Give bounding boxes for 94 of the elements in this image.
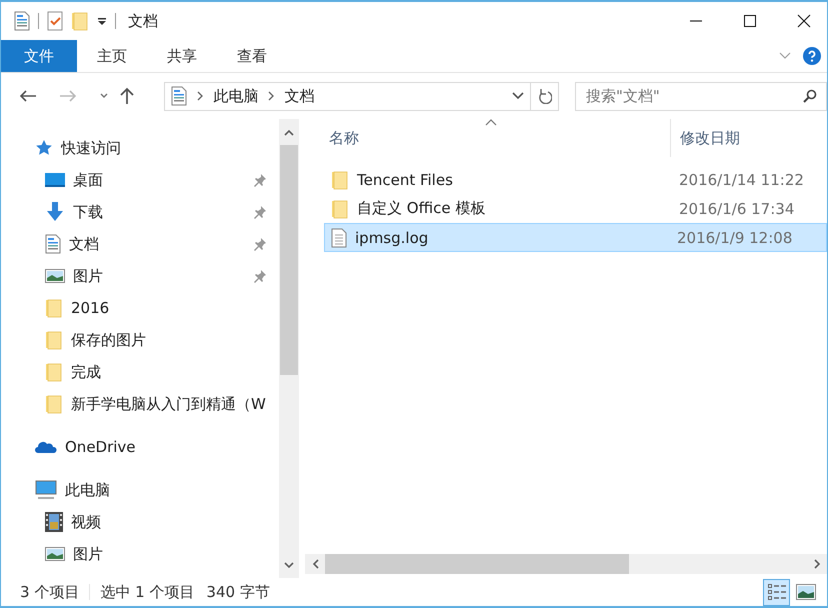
folder-icon [45,330,63,350]
search-icon[interactable] [803,88,817,102]
nav-label: 下载 [73,202,103,222]
scroll-left-icon[interactable] [312,559,318,569]
nav-item[interactable]: OneDrive [1,431,279,463]
help-icon[interactable] [803,47,821,65]
close-icon [797,14,811,28]
refresh-icon [538,88,552,104]
scroll-down-icon[interactable] [284,562,294,568]
vertical-scrollbar[interactable] [279,119,299,578]
nav-item[interactable]: 新手学电脑从入门到精通（W [1,388,279,420]
folder-icon [45,298,63,318]
search-field[interactable]: 搜索"文档" [575,82,827,110]
scrollbar-thumb[interactable] [280,145,298,375]
document-icon [171,86,188,106]
folder-icon [71,11,89,31]
monitor-icon [35,480,57,500]
film-icon [45,512,63,532]
nav-item[interactable]: 下载 [1,196,279,228]
nav-item[interactable]: 2016 [1,292,279,324]
expand-ribbon-icon[interactable] [779,52,791,60]
caret-icon [98,92,109,100]
ribbon-tab[interactable]: 共享 [147,40,217,72]
folder-icon [45,394,63,414]
file-row[interactable]: 自定义 Office 模板 2016/1/6 17:34 [324,194,827,223]
scroll-right-icon[interactable] [814,559,820,569]
scroll-up-icon[interactable] [284,128,294,136]
nav-label: 此电脑 [65,480,110,500]
up-arrow-icon [119,87,136,105]
file-date: 2016/1/9 12:08 [677,228,792,246]
minimize-icon [689,20,703,22]
nav-label: 视频 [71,512,101,532]
maximize-icon [743,14,757,28]
landscape-icon [45,268,65,284]
nav-item[interactable]: 视频 [1,506,279,538]
nav-label: 完成 [71,362,101,382]
file-row[interactable]: Tencent Files 2016/1/14 11:22 [324,165,827,194]
down-arrow-icon [45,202,65,222]
nav-item[interactable]: 桌面 [1,164,279,196]
address-bar[interactable]: 此电脑 文档 [164,82,559,110]
nav-label: 保存的图片 [71,330,146,350]
sort-caret-icon [485,119,497,126]
landscape-icon [796,584,816,600]
file-menu-tab[interactable]: 文件 [1,40,77,72]
window-title: 文档 [128,12,158,30]
checklist-icon [47,11,63,31]
file-date: 2016/1/6 17:34 [679,200,794,218]
horizontal-scrollbar[interactable] [305,554,827,574]
column-header[interactable]: 名称 [305,119,670,157]
nav-item[interactable]: 图片 [1,538,279,570]
cloud-icon [35,440,57,454]
star-icon [35,139,53,157]
back-arrow-icon [18,89,37,103]
landscape-icon [45,546,65,562]
file-date: 2016/1/14 11:22 [679,170,804,188]
nav-label: 文档 [69,234,99,254]
nav-item[interactable]: 完成 [1,356,279,388]
file-name: 自定义 Office 模板 [357,199,486,218]
chevron-icon [197,91,204,101]
folder-icon [331,170,349,190]
nav-label: 图片 [73,544,103,564]
breadcrumb[interactable]: 文档 [284,86,314,106]
document-icon [14,11,30,31]
file-row[interactable]: ipmsg.log 2016/1/9 12:08 [324,223,827,252]
scrollbar-thumb[interactable] [325,554,629,574]
file-name: ipmsg.log [355,228,430,246]
document-icon [45,234,61,254]
ribbon-tab[interactable]: 查看 [217,40,287,72]
ribbon-tab[interactable]: 主页 [77,40,147,72]
view-button[interactable] [763,578,790,606]
file-name: Tencent Files [357,170,454,188]
file-icon [331,228,347,248]
nav-label: 2016 [71,299,110,317]
dropdown-icon[interactable] [512,92,524,100]
nav-item[interactable]: 图片 [1,260,279,292]
folder-icon [331,198,349,218]
status-text: 选中 1 个项目 [100,582,194,602]
nav-item[interactable]: 保存的图片 [1,324,279,356]
nav-label: 图片 [73,266,103,286]
nav-item[interactable]: 此电脑 [1,474,279,506]
details-view-icon [766,583,786,601]
desktop-icon [45,172,65,188]
dropdown-icon[interactable] [97,16,107,26]
nav-label: 新手学电脑从入门到精通（W [71,394,266,414]
nav-label: 桌面 [73,170,103,190]
breadcrumb[interactable]: 此电脑 [213,86,258,106]
status-text: 3 个项目 [20,582,80,602]
forward-arrow-icon [58,89,77,103]
chevron-icon [268,91,274,101]
nav-label: OneDrive [65,438,136,456]
nav-item[interactable]: 文档 [1,228,279,260]
column-header[interactable]: 修改日期 [670,119,827,157]
folder-icon [45,362,63,382]
status-text: 340 字节 [206,582,270,602]
